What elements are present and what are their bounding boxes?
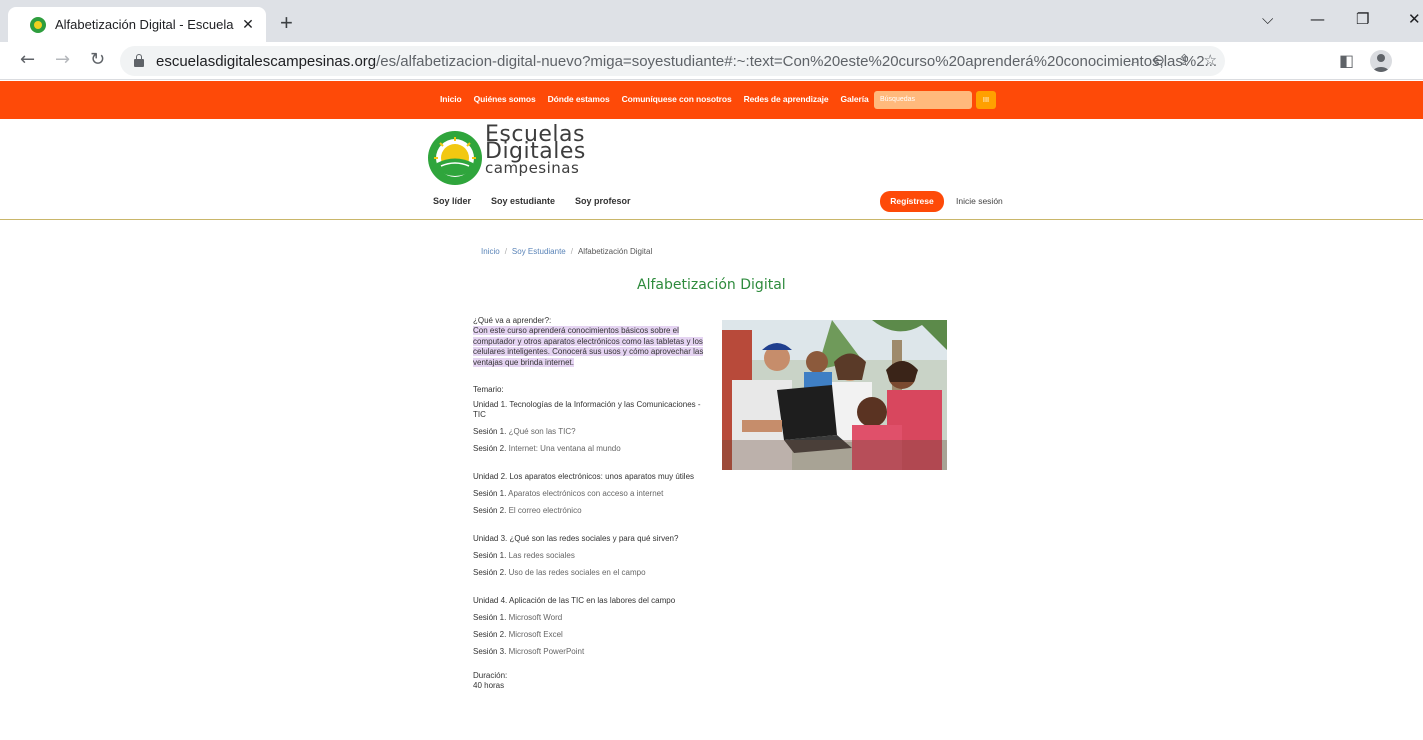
unit-title: Unidad 2. Los aparatos electrónicos: uno… [473, 472, 695, 481]
session-item: Sesión 3. Microsoft PowerPoint [473, 647, 585, 656]
browser-tabstrip: Alfabetización Digital - Escuelas D ✕ + … [0, 0, 1423, 42]
unit-title: Unidad 3. ¿Qué son las redes sociales y … [473, 534, 679, 543]
highlighted-description: Con este curso aprenderá conocimientos b… [473, 326, 704, 367]
nav-quienes-somos[interactable]: Quiénes somos [474, 94, 536, 104]
breadcrumb-home[interactable]: Inicio [481, 247, 500, 256]
side-panel-icon[interactable]: ◧ [1339, 51, 1354, 70]
unit-1: Unidad 1. Tecnologías de la Información … [473, 400, 705, 454]
site-logo[interactable]: Escuelas Digitales campesinas [427, 122, 587, 185]
url-text: escuelasdigitalescampesinas.org/es/alfab… [156, 52, 1218, 70]
nav-inicio[interactable]: Inicio [440, 94, 462, 104]
register-button[interactable]: Regístrese [880, 191, 944, 212]
nav-galeria[interactable]: Galería [841, 94, 869, 104]
header-divider [0, 219, 1423, 220]
course-photo [722, 320, 947, 470]
nav-soy-estudiante[interactable]: Soy estudiante [491, 196, 555, 206]
duration-label: Duración: [473, 671, 508, 680]
browser-toolbar: ← → ↻ escuelasdigitalescampesinas.org/es… [0, 42, 1423, 80]
unit-title: Unidad 4. Aplicación de las TIC en las l… [473, 596, 676, 605]
question-label: ¿Qué va a aprender?: [473, 316, 552, 325]
lock-icon [134, 54, 144, 67]
session-item: Sesión 1. ¿Qué son las TIC? [473, 427, 576, 436]
bookmark-star-icon[interactable]: ☆ [1204, 51, 1217, 69]
restore-icon[interactable]: ❐ [1356, 10, 1369, 28]
course-description: ¿Qué va a aprender?: Con este curso apre… [473, 316, 705, 691]
site-favicon-icon [30, 16, 46, 33]
page-title: Alfabetización Digital [637, 277, 786, 293]
unit-2: Unidad 2. Los aparatos electrónicos: uno… [473, 472, 705, 516]
site-top-nav: Inicio Quiénes somos Dónde estamos Comun… [0, 81, 1423, 119]
logo-text: Escuelas Digitales campesinas [485, 122, 586, 177]
session-item: Sesión 1. Aparatos electrónicos con acce… [473, 489, 664, 498]
logo-mark-icon [428, 131, 482, 185]
reload-icon[interactable]: ↻ [90, 49, 105, 71]
duration-value: 40 horas [473, 681, 505, 690]
session-item: Sesión 1. Microsoft Word [473, 613, 563, 622]
tab-search-chevron-icon[interactable]: ⌵ [1262, 10, 1273, 28]
close-window-icon[interactable]: ✕ [1408, 10, 1421, 28]
profile-avatar-icon[interactable] [1370, 50, 1392, 72]
people-with-laptop-image [722, 320, 947, 470]
login-link[interactable]: Inicie sesión [956, 196, 1003, 206]
browser-tab[interactable]: Alfabetización Digital - Escuelas D ✕ [8, 7, 266, 42]
breadcrumb-current: Alfabetización Digital [577, 247, 653, 256]
nav-donde-estamos[interactable]: Dónde estamos [548, 94, 610, 104]
nav-soy-lider[interactable]: Soy líder [433, 196, 471, 206]
forward-icon[interactable]: → [55, 49, 70, 71]
zoom-icon[interactable]: ⊖ [1152, 51, 1165, 69]
minimize-icon[interactable]: — [1310, 10, 1325, 28]
site-search-button[interactable]: III [976, 91, 996, 109]
nav-comuniquese[interactable]: Comuníquese con nosotros [622, 94, 732, 104]
temario-label: Temario: [473, 385, 504, 394]
new-tab-icon[interactable]: + [280, 12, 293, 34]
nav-redes-aprendizaje[interactable]: Redes de aprendizaje [744, 94, 829, 104]
back-icon[interactable]: ← [20, 49, 35, 71]
unit-3: Unidad 3. ¿Qué son las redes sociales y … [473, 534, 705, 578]
breadcrumb: Inicio / Soy Estudiante / Alfabetización Dig… [481, 247, 653, 256]
session-item: Sesión 2. Microsoft Excel [473, 630, 563, 639]
session-item: Sesión 1. Las redes sociales [473, 551, 575, 560]
nav-soy-profesor[interactable]: Soy profesor [575, 196, 631, 206]
search-icon[interactable]: ⌕ [1131, 51, 1139, 69]
tab-title: Alfabetización Digital - Escuelas D [55, 17, 234, 32]
session-item: Sesión 2. Internet: Una ventana al mundo [473, 444, 621, 453]
user-role-nav: Soy líder Soy estudiante Soy profesor [433, 196, 631, 206]
tab-close-icon[interactable]: ✕ [240, 17, 256, 33]
breadcrumb-section[interactable]: Soy Estudiante [512, 247, 566, 256]
session-item: Sesión 2. El correo electrónico [473, 506, 582, 515]
share-icon[interactable]: ⇪ [1178, 51, 1191, 69]
unit-title: Unidad 1. Tecnologías de la Información … [473, 400, 701, 419]
site-search-input[interactable]: Búsquedas [874, 91, 972, 109]
unit-4: Unidad 4. Aplicación de las TIC en las l… [473, 596, 705, 657]
session-item: Sesión 2. Uso de las redes sociales en e… [473, 568, 646, 577]
address-bar[interactable]: escuelasdigitalescampesinas.org/es/alfab… [120, 46, 1225, 76]
